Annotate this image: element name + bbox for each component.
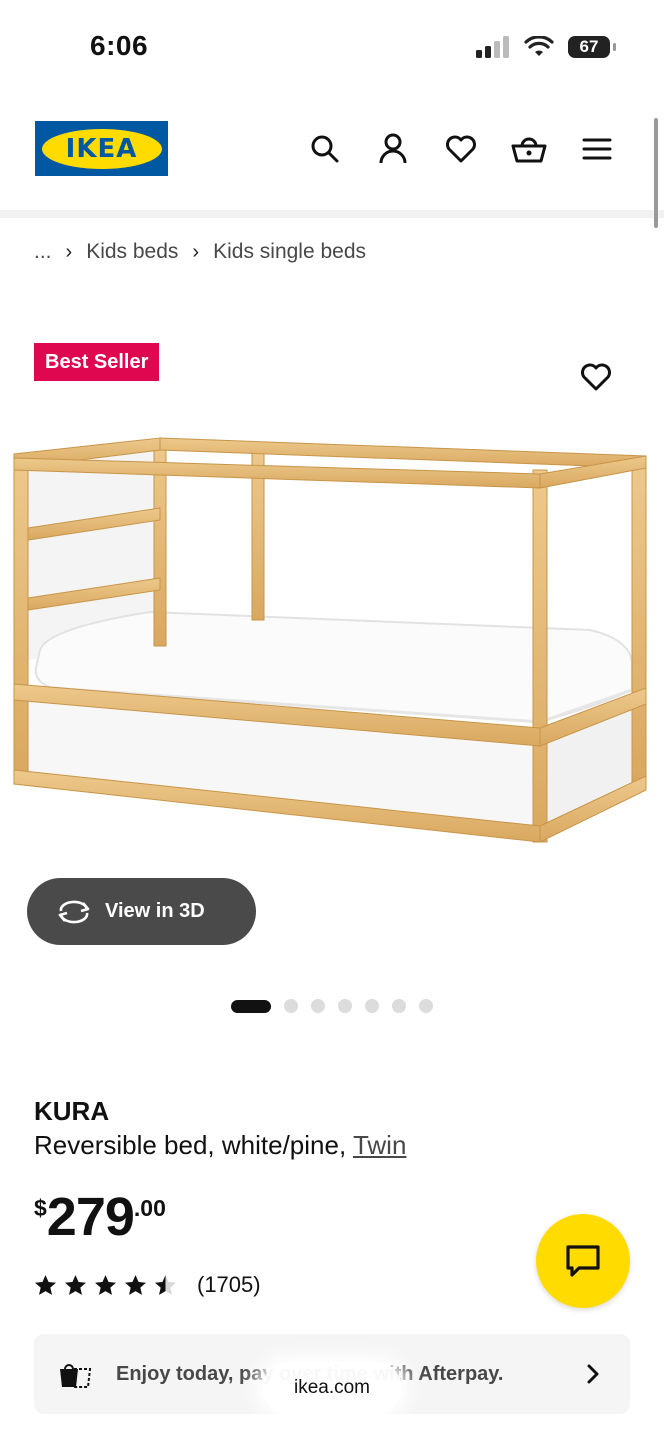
carousel-dot[interactable] <box>311 999 325 1013</box>
wifi-icon <box>524 36 554 56</box>
logo-text: IKEA <box>65 133 138 164</box>
carousel-dot[interactable] <box>231 999 271 1013</box>
carousel-dot[interactable] <box>392 999 406 1013</box>
status-icons: 67 <box>476 36 616 58</box>
chat-button[interactable] <box>536 1214 630 1308</box>
battery-level: 67 <box>579 37 599 56</box>
chevron-right-icon: › <box>192 240 200 263</box>
header-divider <box>0 210 664 218</box>
star-icon <box>65 1275 86 1295</box>
search-button[interactable] <box>304 128 345 169</box>
breadcrumb-kids-beds[interactable]: Kids beds <box>86 240 178 264</box>
chevron-right-icon: › <box>65 240 73 263</box>
product-price: $ 279 .00 <box>34 1185 166 1249</box>
price-currency: $ <box>34 1195 47 1221</box>
rotate-3d-icon <box>58 900 90 923</box>
best-seller-badge: Best Seller <box>34 343 160 381</box>
product-image[interactable] <box>0 420 664 870</box>
chat-icon <box>566 1245 600 1277</box>
product-description: Reversible bed, white/pine, Twin <box>34 1130 406 1161</box>
carousel-dot[interactable] <box>284 999 298 1013</box>
price-cents: .00 <box>133 1195 166 1221</box>
basket-icon <box>511 137 546 162</box>
heart-icon <box>581 363 611 391</box>
breadcrumb-kids-single-beds[interactable]: Kids single beds <box>213 240 366 264</box>
star-icon <box>125 1275 146 1295</box>
favourites-button[interactable] <box>440 128 481 169</box>
account-button[interactable] <box>372 128 413 169</box>
hamburger-icon <box>582 138 611 159</box>
person-icon <box>379 133 406 163</box>
star-icon <box>95 1275 116 1295</box>
carousel-dot[interactable] <box>365 999 379 1013</box>
size-link[interactable]: Twin <box>353 1130 406 1160</box>
product-rating[interactable]: (1705) <box>34 1272 261 1298</box>
add-to-favourites-button[interactable] <box>576 357 616 397</box>
battery-icon: 67 <box>568 36 616 58</box>
shopping-bag-icon <box>60 1364 92 1388</box>
star-icon <box>155 1275 176 1295</box>
view-in-3d-label: View in 3D <box>105 900 205 922</box>
signal-icon <box>476 36 509 58</box>
price-main: 279 <box>46 1187 135 1247</box>
rating-stars <box>34 1274 177 1296</box>
status-time: 6:06 <box>90 30 149 61</box>
header-actions <box>304 128 617 169</box>
review-count: (1705) <box>197 1272 261 1297</box>
product-description-text: Reversible bed, white/pine, <box>34 1130 353 1160</box>
breadcrumb: ... › Kids beds › Kids single beds <box>34 240 366 264</box>
image-carousel-indicator <box>231 999 433 1013</box>
carousel-dot[interactable] <box>338 999 352 1013</box>
product-name: KURA <box>34 1096 110 1126</box>
scrollbar[interactable] <box>654 118 658 228</box>
heart-icon <box>445 135 476 162</box>
menu-button[interactable] <box>576 128 617 169</box>
cart-button[interactable] <box>508 128 549 169</box>
ikea-logo[interactable]: IKEA <box>35 121 168 176</box>
search-icon <box>311 135 338 162</box>
browser-url-bar[interactable]: ikea.com <box>262 1362 402 1414</box>
chevron-right-icon <box>587 1364 599 1384</box>
carousel-dot[interactable] <box>419 999 433 1013</box>
url-text: ikea.com <box>293 1377 371 1398</box>
view-in-3d-button[interactable]: View in 3D <box>27 878 256 945</box>
star-icon <box>35 1275 56 1295</box>
breadcrumb-ellipsis[interactable]: ... <box>34 240 52 264</box>
